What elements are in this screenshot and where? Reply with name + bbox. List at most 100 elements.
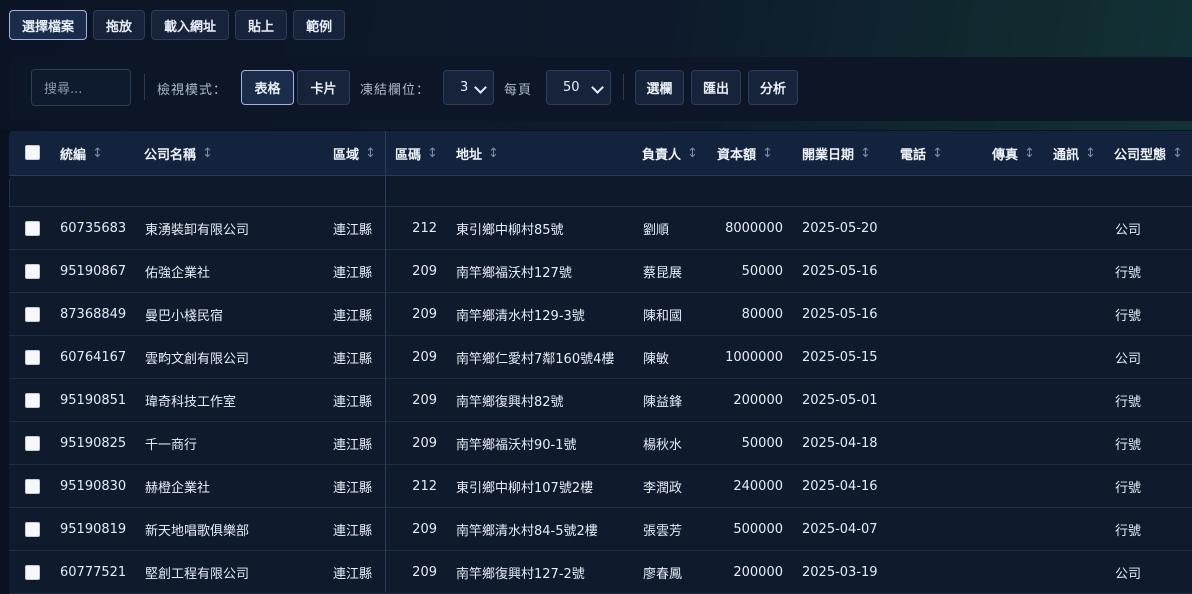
tab-select-file[interactable]: 選擇檔案 — [9, 10, 88, 40]
sort-icon: ↕ — [1085, 145, 1096, 161]
sort-icon: ↕ — [488, 145, 499, 161]
cell-tax-id: 60764167 — [60, 349, 127, 365]
tab-paste[interactable]: 貼上 — [235, 10, 288, 40]
table-row[interactable]: 95190867 佑強企業社 連江縣 209 南竿鄉福沃村127號 蔡昆展 50000 202… — [9, 250, 1192, 293]
tab-example[interactable]: 範例 — [293, 10, 346, 40]
table-row[interactable]: 60777521 堅創工程有限公司 連江縣 209 南竿鄉復興村127-2號 廖春鳳 200… — [9, 551, 1192, 594]
cell-area-code: 212 — [412, 220, 437, 236]
header-open-date[interactable]: 開業日期 ↕ — [802, 131, 871, 175]
cell-region: 連江縣 — [333, 308, 373, 324]
select-columns-button[interactable]: 選欄 — [635, 70, 684, 105]
header-area-code[interactable]: 區碼 ↕ — [395, 131, 438, 175]
cell-company-type: 行號 — [1115, 523, 1142, 539]
cell-region: 連江縣 — [333, 394, 373, 410]
cell-company-name: 東湧裝卸有限公司 — [145, 222, 250, 238]
table-row[interactable]: 60735683 東湧裝卸有限公司 連江縣 212 東引鄉中柳村85號 劉順 8000000… — [9, 207, 1192, 250]
cell-company-name: 曼巴小棧民宿 — [145, 308, 224, 324]
sort-icon: ↕ — [1024, 145, 1035, 161]
header-label: 統編 — [60, 147, 87, 163]
table-row[interactable]: 95190819 新天地唱歌俱樂部 連江縣 209 南竿鄉清水村84-5號2樓 張雲芳 50… — [9, 508, 1192, 551]
cell-address: 南竿鄉福沃村127號 — [456, 265, 572, 281]
sort-icon: ↕ — [932, 145, 943, 161]
cell-company-type: 行號 — [1115, 265, 1142, 281]
header-label: 傳真 — [992, 147, 1019, 163]
cell-address: 南竿鄉清水村129-3號 — [456, 308, 585, 324]
row-checkbox[interactable] — [25, 264, 40, 279]
row-checkbox[interactable] — [25, 307, 40, 322]
row-checkbox[interactable] — [25, 221, 40, 236]
toolbar: 搜尋... 檢視模式： 表格 卡片 凍結欄位： 3 每頁 50 選欄 匯出 分析 — [9, 57, 1192, 121]
tab-load-url[interactable]: 載入網址 — [151, 10, 230, 40]
row-checkbox[interactable] — [25, 565, 40, 580]
cell-region: 連江縣 — [333, 523, 373, 539]
cell-open-date: 2025-04-18 — [802, 435, 878, 451]
cell-owner: 陳和國 — [643, 308, 683, 324]
header-company-type[interactable]: 公司型態 ↕ — [1114, 131, 1183, 175]
page-size-value: 50 — [563, 80, 580, 95]
cell-open-date: 2025-04-16 — [802, 478, 878, 494]
cell-area-code: 209 — [412, 263, 437, 279]
header-label: 開業日期 — [802, 147, 855, 163]
page-size-label: 每頁 — [504, 83, 533, 98]
header-label: 公司名稱 — [144, 147, 197, 163]
header-company-name[interactable]: 公司名稱 ↕ — [144, 131, 213, 175]
cell-tax-id: 95190851 — [60, 392, 127, 408]
header-label: 負責人 — [642, 147, 682, 163]
header-region[interactable]: 區域 ↕ — [333, 131, 376, 175]
tab-drag-drop[interactable]: 拖放 — [93, 10, 146, 40]
header-phone[interactable]: 電話 ↕ — [900, 131, 943, 175]
cell-capital: 200000 — [733, 564, 783, 580]
cell-company-name: 千一商行 — [145, 437, 198, 453]
freeze-columns-select[interactable]: 3 — [443, 70, 494, 105]
cell-tax-id: 95190825 — [60, 435, 127, 451]
cell-tax-id: 95190830 — [60, 478, 127, 494]
table-row[interactable]: 95190830 赫橙企業社 連江縣 212 東引鄉中柳村107號2樓 李潤政 240000… — [9, 465, 1192, 508]
view-table-button[interactable]: 表格 — [241, 70, 294, 105]
header-fax[interactable]: 傳真 ↕ — [992, 131, 1035, 175]
toolbar-divider — [144, 74, 145, 100]
cell-area-code: 212 — [412, 478, 437, 494]
cell-open-date: 2025-05-15 — [802, 349, 878, 365]
row-checkbox[interactable] — [25, 350, 40, 365]
select-all-checkbox[interactable] — [25, 145, 40, 160]
cell-area-code: 209 — [412, 306, 437, 322]
table-row[interactable]: 95190825 千一商行 連江縣 209 南竿鄉福沃村90-1號 楊秋水 50000 202… — [9, 422, 1192, 465]
cell-capital: 240000 — [733, 478, 783, 494]
sort-icon: ↕ — [860, 145, 871, 161]
header-comm[interactable]: 通訊 ↕ — [1053, 131, 1096, 175]
cell-capital: 1000000 — [725, 349, 783, 365]
cell-capital: 50000 — [741, 435, 783, 451]
table-row[interactable]: 60764167 雲畇文創有限公司 連江縣 209 南竿鄉仁愛村7鄰160號4樓 陳敏 10… — [9, 336, 1192, 379]
header-capital[interactable]: 資本額 ↕ — [717, 131, 773, 175]
analyze-button[interactable]: 分析 — [748, 70, 798, 105]
table-row[interactable]: 95190851 瑋奇科技工作室 連江縣 209 南竿鄉復興村82號 陳益鋒 200000 2… — [9, 379, 1192, 422]
cell-tax-id: 95190867 — [60, 263, 127, 279]
export-button[interactable]: 匯出 — [691, 70, 741, 105]
cell-owner: 李潤政 — [643, 480, 683, 496]
table-row[interactable]: 87368849 曼巴小棧民宿 連江縣 209 南竿鄉清水村129-3號 陳和國 80000… — [9, 293, 1192, 336]
sort-icon: ↕ — [427, 145, 438, 161]
cell-address: 南竿鄉福沃村90-1號 — [456, 437, 577, 453]
header-address[interactable]: 地址 ↕ — [456, 131, 499, 175]
view-card-button[interactable]: 卡片 — [297, 70, 350, 105]
row-checkbox[interactable] — [25, 436, 40, 451]
cell-company-type: 公司 — [1115, 351, 1142, 367]
cell-region: 連江縣 — [333, 351, 373, 367]
cell-open-date: 2025-04-07 — [802, 521, 878, 537]
header-owner[interactable]: 負責人 ↕ — [642, 131, 698, 175]
cell-owner: 楊秋水 — [643, 437, 683, 453]
freeze-columns-label: 凍結欄位： — [360, 83, 431, 98]
cell-region: 連江縣 — [333, 437, 373, 453]
row-checkbox[interactable] — [25, 479, 40, 494]
page-size-select[interactable]: 50 — [546, 70, 611, 105]
cell-area-code: 209 — [412, 392, 437, 408]
cell-open-date: 2025-03-19 — [802, 564, 878, 580]
row-checkbox[interactable] — [25, 393, 40, 408]
cell-owner: 廖春鳳 — [643, 566, 683, 582]
header-tax-id[interactable]: 統編 ↕ — [60, 131, 103, 175]
row-checkbox[interactable] — [25, 522, 40, 537]
search-input[interactable]: 搜尋... — [31, 69, 131, 106]
header-label: 電話 — [900, 147, 927, 163]
cell-region: 連江縣 — [333, 222, 373, 238]
frozen-column-divider — [385, 131, 386, 592]
